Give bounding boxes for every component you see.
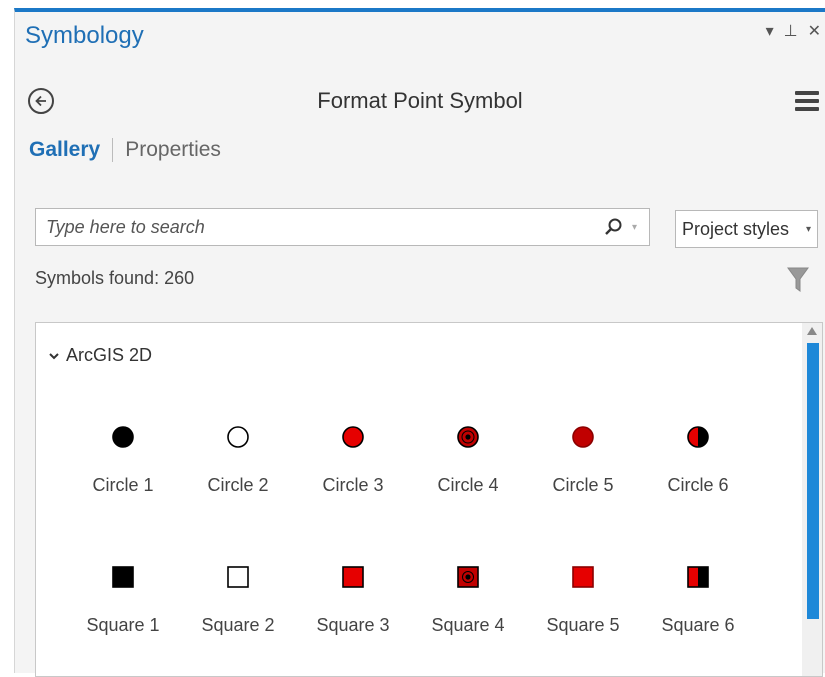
scroll-thumb[interactable]	[807, 343, 819, 619]
symbol-label: Circle 6	[667, 475, 729, 495]
pin-icon[interactable]: ⊥	[784, 24, 798, 40]
circle-symbol-icon	[687, 426, 709, 448]
menu-button[interactable]	[795, 91, 819, 111]
tab-properties[interactable]: Properties	[125, 138, 221, 162]
symbol-tile[interactable]: Circle 3	[296, 423, 410, 496]
square-symbol-icon	[342, 566, 364, 588]
group-label: ArcGIS 2D	[66, 345, 153, 365]
hamburger-icon-bar	[795, 91, 819, 95]
square-symbol-icon	[112, 566, 134, 588]
square-symbol-icon	[687, 566, 709, 588]
group-header-arcgis-2d[interactable]: ArcGIS 2D	[48, 345, 152, 366]
symbols-found-count: Symbols found: 260	[35, 268, 195, 288]
hamburger-icon-bar	[795, 99, 819, 103]
symbol-label: Square 2	[201, 615, 275, 635]
pane-options-dropdown-icon[interactable]: ▾	[766, 24, 774, 40]
symbol-tile[interactable]: Square 5	[526, 563, 640, 636]
square-symbol-icon	[227, 566, 249, 588]
symbol-tile[interactable]: Circle 5	[526, 423, 640, 496]
tab-strip: Gallery Properties	[29, 138, 221, 162]
symbol-label: Square 1	[86, 615, 160, 635]
symbol-row: Circle 1 Circle 2 Circle 3 Circle 4 Circle 5…	[36, 423, 796, 523]
tab-divider	[112, 138, 114, 162]
square-symbol-icon	[457, 566, 479, 588]
search-icon[interactable]	[602, 216, 624, 238]
hamburger-icon-bar	[795, 107, 819, 111]
circle-symbol-icon	[227, 426, 249, 448]
circle-symbol-icon	[342, 426, 364, 448]
square-symbol-icon	[572, 566, 594, 588]
circle-symbol-icon	[112, 426, 134, 448]
symbol-tile[interactable]: Square 3	[296, 563, 410, 636]
symbol-tile[interactable]: Circle 6	[641, 423, 755, 496]
circle-symbol-icon	[572, 426, 594, 448]
search-box: ▾	[35, 208, 650, 246]
symbol-tile[interactable]: Circle 2	[181, 423, 295, 496]
circle-symbol-icon	[457, 426, 479, 448]
search-options-dropdown-icon[interactable]: ▾	[632, 222, 637, 233]
symbol-label: Circle 1	[92, 475, 154, 495]
symbology-pane: Symbology ▾ ⊥ ✕ Format Point Symbol Gall…	[14, 8, 825, 677]
symbol-label: Circle 2	[207, 475, 269, 495]
symbol-tile[interactable]: Square 2	[181, 563, 295, 636]
symbol-label: Circle 4	[437, 475, 499, 495]
symbol-label: Circle 5	[552, 475, 614, 495]
symbol-row: Square 1 Square 2 Square 3 Square 4 Square 5…	[36, 563, 796, 663]
style-select[interactable]: Project styles ▾	[675, 210, 818, 248]
vertical-scrollbar[interactable]	[802, 323, 822, 676]
symbol-label: Circle 3	[322, 475, 384, 495]
symbol-tile[interactable]: Circle 4	[411, 423, 525, 496]
symbol-label: Square 4	[431, 615, 505, 635]
symbol-label: Square 6	[661, 615, 735, 635]
symbol-tile[interactable]: Circle 1	[66, 423, 180, 496]
page-title: Format Point Symbol	[317, 88, 523, 113]
pane-title: Symbology	[25, 22, 144, 49]
symbol-label: Square 5	[546, 615, 620, 635]
symbol-tile[interactable]: Square 4	[411, 563, 525, 636]
symbol-label: Square 3	[316, 615, 390, 635]
style-select-value: Project styles	[682, 218, 790, 239]
scroll-up-arrow-icon[interactable]	[806, 325, 818, 337]
symbol-tile[interactable]: Square 1	[66, 563, 180, 636]
symbol-gallery: ArcGIS 2D Circle 1 Circle 2 Circle 3 Circle…	[35, 322, 823, 677]
filter-icon[interactable]	[787, 266, 809, 294]
tab-gallery[interactable]: Gallery	[29, 138, 100, 162]
chevron-down-icon: ▾	[805, 223, 811, 235]
close-icon[interactable]: ✕	[808, 24, 821, 40]
chevron-down-icon	[49, 352, 59, 359]
symbol-tile[interactable]: Square 6	[641, 563, 755, 636]
search-input[interactable]	[44, 215, 602, 239]
pane-title-controls: ▾ ⊥ ✕	[766, 24, 821, 40]
